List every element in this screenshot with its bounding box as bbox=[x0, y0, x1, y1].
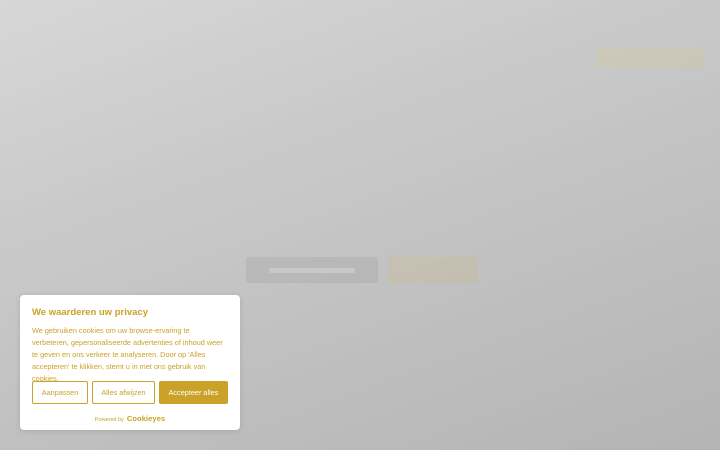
cookie-banner-actions: Aanpassen Alles afwijzen Accepteer alles bbox=[32, 381, 228, 404]
cookieyes-logo[interactable]: Cookieyes bbox=[127, 414, 165, 423]
powered-by-label: Powered by bbox=[94, 417, 124, 423]
customize-button[interactable]: Aanpassen bbox=[32, 381, 88, 404]
accept-all-button[interactable]: Accepteer alles bbox=[159, 381, 228, 404]
cookie-banner-description: We gebruiken cookies om uw browse-ervari… bbox=[32, 326, 223, 383]
cookie-consent-banner: We waarderen uw privacy We gebruiken coo… bbox=[20, 295, 240, 430]
reject-all-button[interactable]: Alles afwijzen bbox=[92, 381, 155, 404]
powered-by: Powered by Cookieyes bbox=[20, 414, 240, 423]
cookie-banner-title: We waarderen uw privacy bbox=[32, 307, 148, 318]
